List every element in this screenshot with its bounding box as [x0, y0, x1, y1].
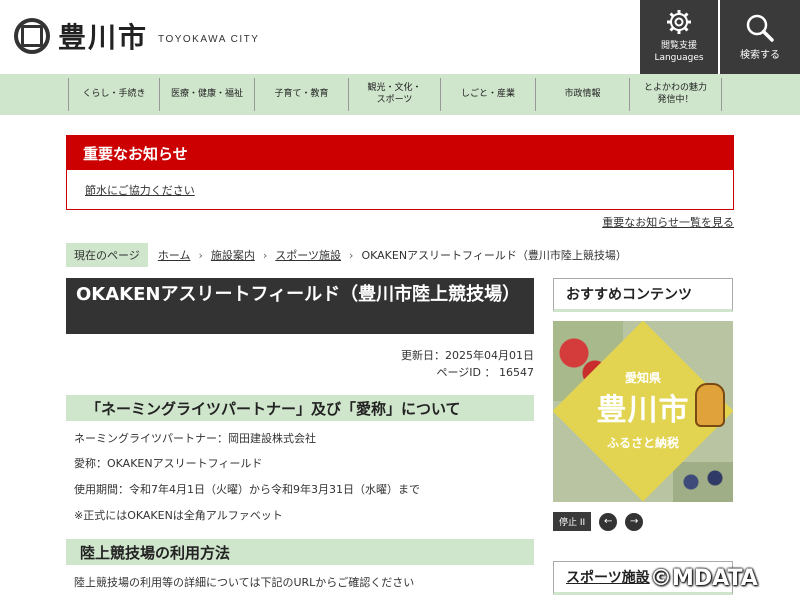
- chevron-right-icon: ›: [349, 248, 354, 262]
- nav-label: 市政情報: [564, 88, 601, 99]
- logo-english: TOYOKAWA CITY: [158, 33, 260, 45]
- site-header: 豊川市 TOYOKAWA CITY 閲覧支援 Languages 検索する: [0, 0, 800, 74]
- usage-detail-text: 陸上競技場の利用等の詳細については下記のURLからご確認ください: [74, 576, 415, 589]
- watermark: ©MDATA: [650, 566, 758, 591]
- nav-work-industry[interactable]: しごと・産業: [440, 78, 535, 111]
- updated-date: 更新日：2025年04月01日: [401, 349, 534, 362]
- search-label: 検索する: [740, 49, 780, 61]
- mascot-icon: [695, 383, 725, 427]
- nav-label: 観光・文化・ スポーツ: [367, 82, 422, 105]
- page-id: ページID ： 16547: [436, 365, 534, 379]
- logo-japanese: 豊川市: [58, 21, 149, 54]
- nav-label: しごと・産業: [460, 88, 515, 99]
- breadcrumb-home[interactable]: ホーム: [158, 247, 191, 263]
- support-label: 閲覧支援: [660, 41, 697, 52]
- nav-toyokawa-charm[interactable]: とよかわの魅力 発信中！: [629, 78, 722, 111]
- nav-label: とよかわの魅力 発信中！: [643, 82, 707, 105]
- banner-furusato-tax: ふるさと納税: [606, 436, 679, 450]
- recommended-heading: おすすめコンテンツ: [553, 278, 733, 312]
- gear-icon: [667, 10, 691, 35]
- furusato-tax-banner[interactable]: 愛知県 豊川市 ふるさと納税: [553, 321, 733, 502]
- nav-city-info[interactable]: 市政情報: [535, 78, 629, 111]
- nav-label: 子育て・教育: [274, 88, 329, 99]
- chevron-right-icon: ›: [262, 248, 268, 262]
- accessibility-languages-button[interactable]: 閲覧支援 Languages: [640, 0, 718, 74]
- site-logo[interactable]: 豊川市 TOYOKAWA CITY: [14, 16, 259, 56]
- page-title: OKAKENアスリートフィールド（豊川市陸上競技場）: [66, 278, 534, 334]
- nav-label: 医療・健康・福祉: [170, 88, 243, 99]
- search-icon: [746, 14, 774, 42]
- slider-next-button[interactable]: →: [625, 512, 644, 531]
- naming-partner-text: ネーミングライツパートナー：岡田建設株式会社: [74, 432, 316, 445]
- nav-medical-welfare[interactable]: 医療・健康・福祉: [159, 78, 254, 111]
- section-heading-naming-rights: 「ネーミングライツパートナー」及び「愛称」について: [66, 395, 534, 421]
- languages-label: Languages: [654, 53, 704, 63]
- breadcrumb: 現在のページ ホーム › 施設案内 › スポーツ施設 › OKAKENアスリート…: [66, 243, 627, 267]
- city-emblem-icon: [14, 18, 50, 54]
- notice-list-link[interactable]: 重要なお知らせ一覧を見る: [602, 214, 734, 230]
- slider-prev-button[interactable]: ←: [599, 512, 618, 531]
- section-heading-usage: 陸上競技場の利用方法: [66, 539, 534, 565]
- breadcrumb-facilities[interactable]: 施設案内: [211, 247, 255, 263]
- slider-controls: 停止 II ← →: [553, 512, 644, 531]
- search-button[interactable]: 検索する: [720, 0, 800, 74]
- global-nav: くらし・手続き 医療・健康・福祉 子育て・教育 観光・文化・ スポーツ しごと・産…: [0, 74, 800, 115]
- usage-period-text: 使用期間：令和7年4月1日（火曜）から令和9年3月31日（水曜）まで: [74, 483, 420, 496]
- nav-living[interactable]: くらし・手続き: [68, 78, 159, 111]
- chevron-right-icon: ›: [198, 248, 203, 262]
- page-meta: 更新日：2025年04月01日 ページID ： 16547: [401, 348, 534, 381]
- breadcrumb-label: 現在のページ: [66, 243, 148, 267]
- breadcrumb-current: OKAKENアスリートフィールド（豊川市陸上競技場）: [361, 249, 627, 262]
- slider-stop-button[interactable]: 停止 II: [553, 512, 592, 531]
- nav-label: くらし・手続き: [82, 88, 146, 99]
- sports-facilities-link[interactable]: スポーツ施設: [566, 567, 650, 587]
- nav-childcare-education[interactable]: 子育て・教育: [254, 78, 348, 111]
- nickname-text: 愛称：OKAKENアスリートフィールド: [74, 457, 263, 470]
- notice-heading: 重要なお知らせ: [67, 136, 733, 170]
- notice-link[interactable]: 節水にご協力ください: [85, 182, 195, 198]
- breadcrumb-sports-facilities[interactable]: スポーツ施設: [275, 247, 341, 263]
- nav-tourism-culture-sports[interactable]: 観光・文化・ スポーツ: [348, 78, 440, 111]
- important-notice-box: 重要なお知らせ 節水にご協力ください: [66, 135, 734, 210]
- note-text: ※正式にはOKAKENは全角アルファベット: [74, 509, 283, 522]
